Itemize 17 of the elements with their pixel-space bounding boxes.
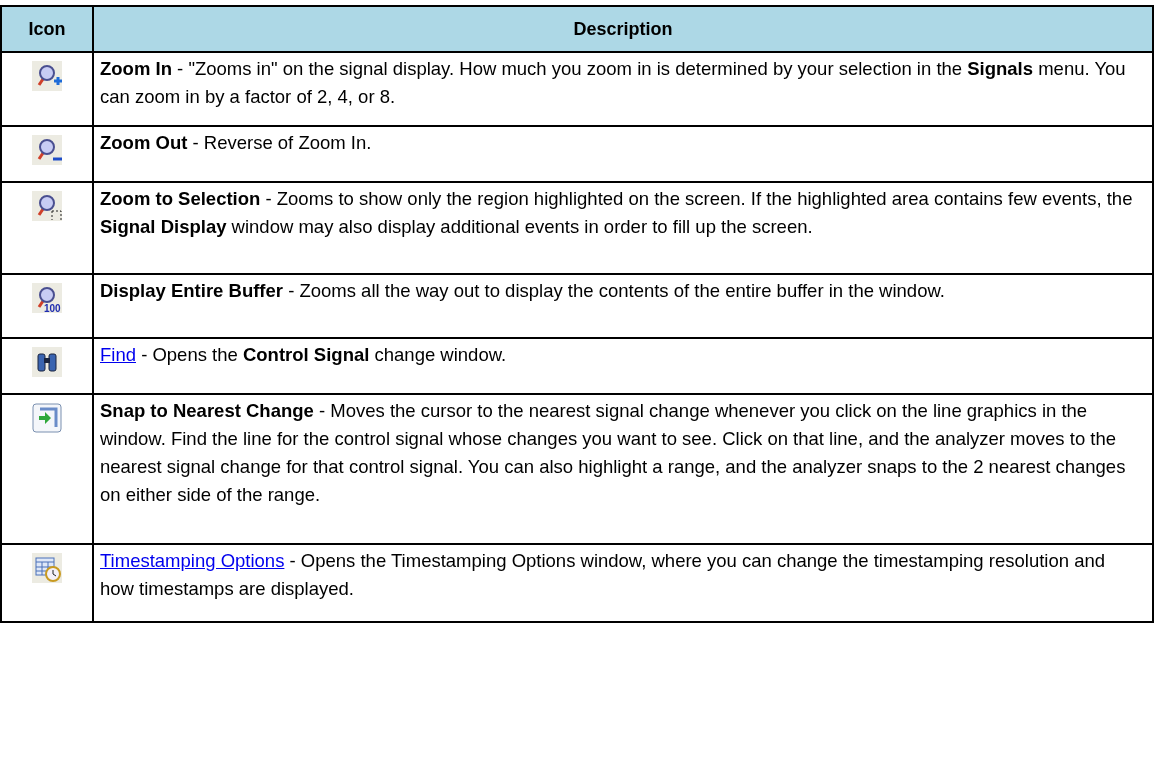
calendar-clock-icon	[32, 553, 62, 583]
column-header: Icon	[1, 6, 93, 52]
binoculars-icon	[32, 347, 62, 377]
column-header: Description	[93, 6, 1153, 52]
description-text: Zoom to Selection - Zooms to show only the region highlighted on the screen. If the highlighted area contains few events, the Signal Display window may also display additional events in order to fill up the screen.	[100, 188, 1133, 237]
description-text: Snap to Nearest Change - Moves the cursor to the nearest signal change whenever you click on the line graphics in the window. Find the line for the control signal whose changes you want to see. Click on that line, and the analyzer moves to the nearest signal change for that control signal. You can also highlight a range, and the analyzer snaps to the 2 nearest changes on either side of the range.	[100, 400, 1126, 505]
help-link[interactable]: Find	[100, 344, 136, 365]
help-link[interactable]: Timestamping Options	[100, 550, 285, 571]
zoom-in-icon	[32, 61, 62, 91]
zoom-selection-icon	[32, 191, 62, 221]
description-text: Display Entire Buffer - Zooms all the way out to display the contents of the entire buffer in the window.	[100, 280, 945, 301]
description-text: Zoom Out - Reverse of Zoom In.	[100, 132, 372, 153]
description-text: Find - Opens the Control Signal change window.	[100, 344, 507, 365]
description-text: Zoom In - "Zooms in" on the signal display. How much you zoom in is determined by your selection in the Signals menu. You can zoom in by a factor of 2, 4, or 8.	[100, 58, 1126, 107]
zoom-full-icon: 100	[32, 283, 62, 313]
zoom-out-icon	[32, 135, 62, 165]
description-text: Timestamping Options - Opens the Timestamping Options window, where you can change the timestamping resolution and how timestamps are displayed.	[100, 550, 1105, 599]
